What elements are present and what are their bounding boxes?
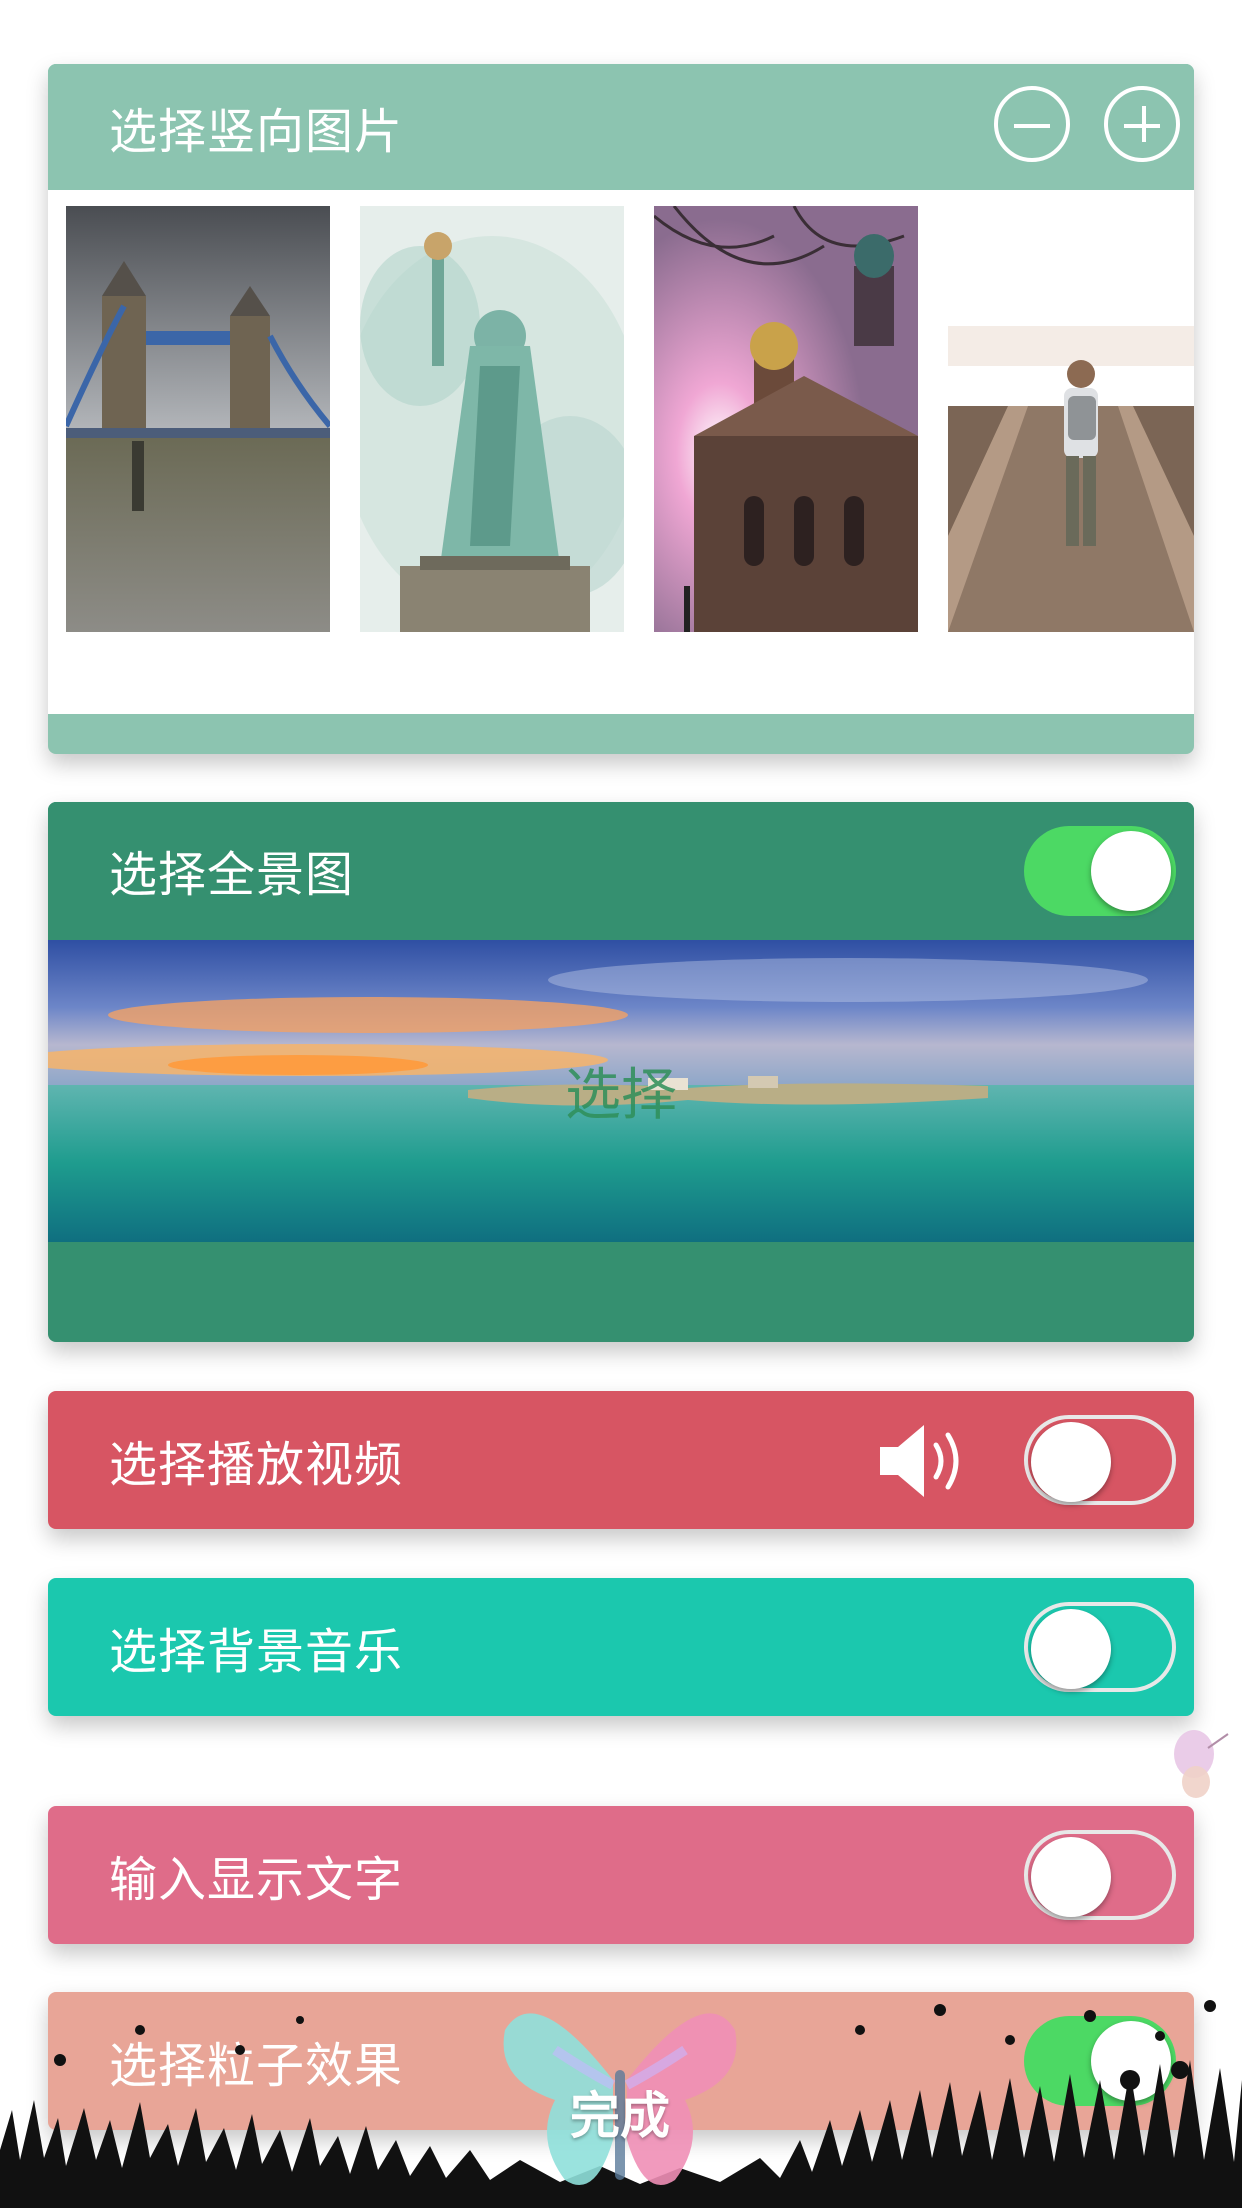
toggle-knob: [1091, 831, 1171, 911]
text-card: 输入显示文字: [48, 1806, 1194, 1944]
vertical-images-header: 选择竖向图片: [48, 64, 1194, 190]
panorama-title: 选择全景图: [109, 847, 355, 903]
butterfly-icon: [1174, 1730, 1229, 1798]
speaker-icon[interactable]: [874, 1421, 974, 1501]
remove-image-button[interactable]: [994, 86, 1070, 162]
panorama-select-label[interactable]: 选择: [48, 1050, 1194, 1131]
toggle-knob: [1031, 1837, 1111, 1917]
music-title: 选择背景音乐: [109, 1624, 404, 1680]
panorama-header: 选择全景图: [48, 802, 1194, 938]
video-card: 选择播放视频: [48, 1391, 1194, 1529]
video-toggle[interactable]: [1024, 1415, 1176, 1505]
done-label: 完成: [570, 2087, 670, 2145]
panorama-card: 选择全景图 选择: [48, 802, 1194, 1342]
music-card: 选择背景音乐: [48, 1578, 1194, 1716]
done-button[interactable]: 完成: [495, 1990, 745, 2208]
music-toggle[interactable]: [1024, 1602, 1176, 1692]
church-domes-thumbnail[interactable]: [654, 206, 918, 632]
statue-of-liberty-thumbnail[interactable]: [360, 206, 624, 632]
man-on-bridge-thumbnail[interactable]: [948, 206, 1194, 632]
vertical-images-title: 选择竖向图片: [109, 104, 404, 160]
text-title: 输入显示文字: [109, 1852, 404, 1908]
panorama-image[interactable]: 选择: [48, 940, 1194, 1242]
toggle-knob: [1031, 1609, 1111, 1689]
text-toggle[interactable]: [1024, 1830, 1176, 1920]
panorama-toggle[interactable]: [1024, 826, 1176, 916]
vertical-images-card: 选择竖向图片: [48, 64, 1194, 754]
video-title: 选择播放视频: [109, 1437, 404, 1493]
tower-bridge-thumbnail[interactable]: [66, 206, 330, 632]
add-image-button[interactable]: [1104, 86, 1180, 162]
thumbnail-strip[interactable]: [48, 190, 1194, 714]
toggle-knob: [1031, 1422, 1111, 1502]
